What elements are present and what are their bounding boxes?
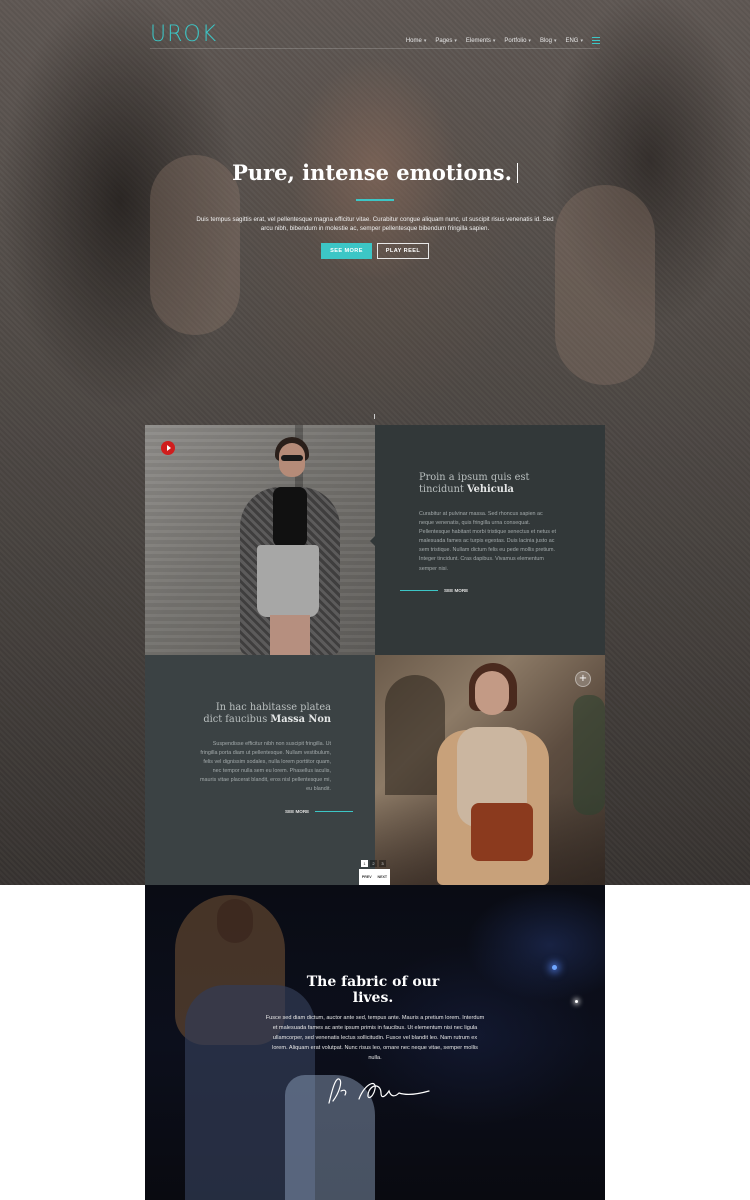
feature-panel-1: Proin a ipsum quis est tincidunt Vehicul… (370, 425, 605, 655)
chevron-down-icon: ▾ (423, 37, 427, 44)
nav-item-elements[interactable]: Elements ▾ (466, 38, 496, 44)
site-logo[interactable]: UROK (150, 22, 217, 47)
link-accent-line (315, 811, 354, 812)
model-head (217, 899, 253, 943)
nav-label: Pages (435, 37, 453, 44)
chevron-down-icon: ▾ (454, 37, 457, 44)
signature-image (328, 1078, 430, 1104)
main-nav: Home ▾ Pages ▾ Elements ▾ Portfolio ▾ Blog ▾ … (406, 37, 600, 44)
chevron-down-icon: ▾ (580, 37, 583, 44)
hero-accent-rule (356, 199, 394, 201)
photo-arch (385, 675, 445, 795)
nav-item-home[interactable]: Home ▾ (406, 38, 427, 44)
nav-item-blog[interactable]: Blog ▾ (540, 38, 557, 44)
slider-page-2[interactable]: 2 (370, 860, 377, 867)
slider-nav: PREV NEXT (359, 869, 390, 885)
feature-1-title: Proin a ipsum quis est tincidunt Vehicul… (419, 472, 559, 495)
stage-light (552, 965, 557, 970)
play-icon (166, 445, 171, 451)
slider-page-1[interactable]: 1 (361, 860, 368, 867)
nav-item-pages[interactable]: Pages ▾ (435, 38, 457, 44)
feature-2-text: Suspendisse efficitur nibh non suscipit … (200, 741, 331, 793)
quote-section: The fabric of our lives. Fusce sed diam … (145, 885, 605, 1200)
feature-1-title-bold: Vehicula (466, 483, 514, 495)
photo-tree (573, 695, 605, 815)
hero-title-text: Pure, intense emotions. (232, 160, 512, 185)
quote-text: Fusce sed diam dictum, auctor ante sed, … (265, 1015, 485, 1061)
photo-top (273, 487, 307, 547)
feature-2-title-bold: Massa Non (270, 713, 331, 725)
nav-item-language[interactable]: ENG ▾ (565, 38, 583, 44)
photo-legs (270, 615, 310, 655)
nav-label: Blog (539, 37, 552, 44)
link-label: SEE MORE (285, 809, 310, 814)
stage-light (575, 1000, 578, 1003)
slider-page-3[interactable]: 3 (379, 860, 386, 867)
panel-notch (370, 535, 376, 547)
quote-title: The fabric of our lives. (306, 974, 440, 1006)
hero-description: Duis tempus sagittis erat, vel pellentes… (196, 216, 554, 232)
feature-1-text: Curabitur at pulvinar massa. Sed rhoncus… (419, 511, 556, 572)
photo-handbag (471, 803, 533, 861)
photo-face (475, 671, 509, 715)
nav-label: Elements (465, 37, 491, 44)
link-label: SEE MORE (444, 588, 469, 593)
slider-prev-button[interactable]: PREV (362, 875, 372, 879)
feature-photo-1 (145, 425, 375, 655)
menu-icon[interactable] (592, 37, 600, 44)
feature-2-title: In hac habitasse platea dict faucibus Ma… (195, 702, 331, 725)
nav-label: Portfolio (504, 37, 527, 44)
play-reel-button[interactable]: PLAY REEL (377, 243, 429, 259)
typing-cursor (516, 163, 518, 183)
photo-sunglasses (281, 455, 303, 461)
nav-item-portfolio[interactable]: Portfolio ▾ (504, 38, 531, 44)
photo-skirt (257, 545, 319, 617)
nav-label: Home (405, 37, 422, 44)
plus-icon[interactable]: + (575, 671, 591, 687)
feature-2-see-more-link[interactable]: SEE MORE (285, 809, 354, 814)
feature-photo-2 (375, 655, 605, 885)
slider-pagination: 1 2 3 (361, 860, 386, 867)
nav-label: ENG (565, 37, 579, 44)
scroll-indicator[interactable] (374, 414, 375, 419)
chevron-down-icon: ▾ (528, 37, 531, 44)
nav-divider (150, 48, 600, 49)
hero-title: Pure, intense emotions. (0, 160, 750, 185)
chevron-down-icon: ▾ (553, 37, 557, 44)
chevron-down-icon: ▾ (492, 37, 496, 44)
slider-next-button[interactable]: NEXT (377, 875, 387, 879)
signature-stroke (328, 1078, 430, 1104)
feature-panel-2: In hac habitasse platea dict faucibus Ma… (145, 655, 375, 885)
play-video-button[interactable] (161, 441, 175, 455)
feature-1-see-more-link[interactable]: SEE MORE (400, 588, 468, 593)
link-accent-line (400, 590, 438, 591)
see-more-button[interactable]: SEE MORE (321, 243, 372, 259)
